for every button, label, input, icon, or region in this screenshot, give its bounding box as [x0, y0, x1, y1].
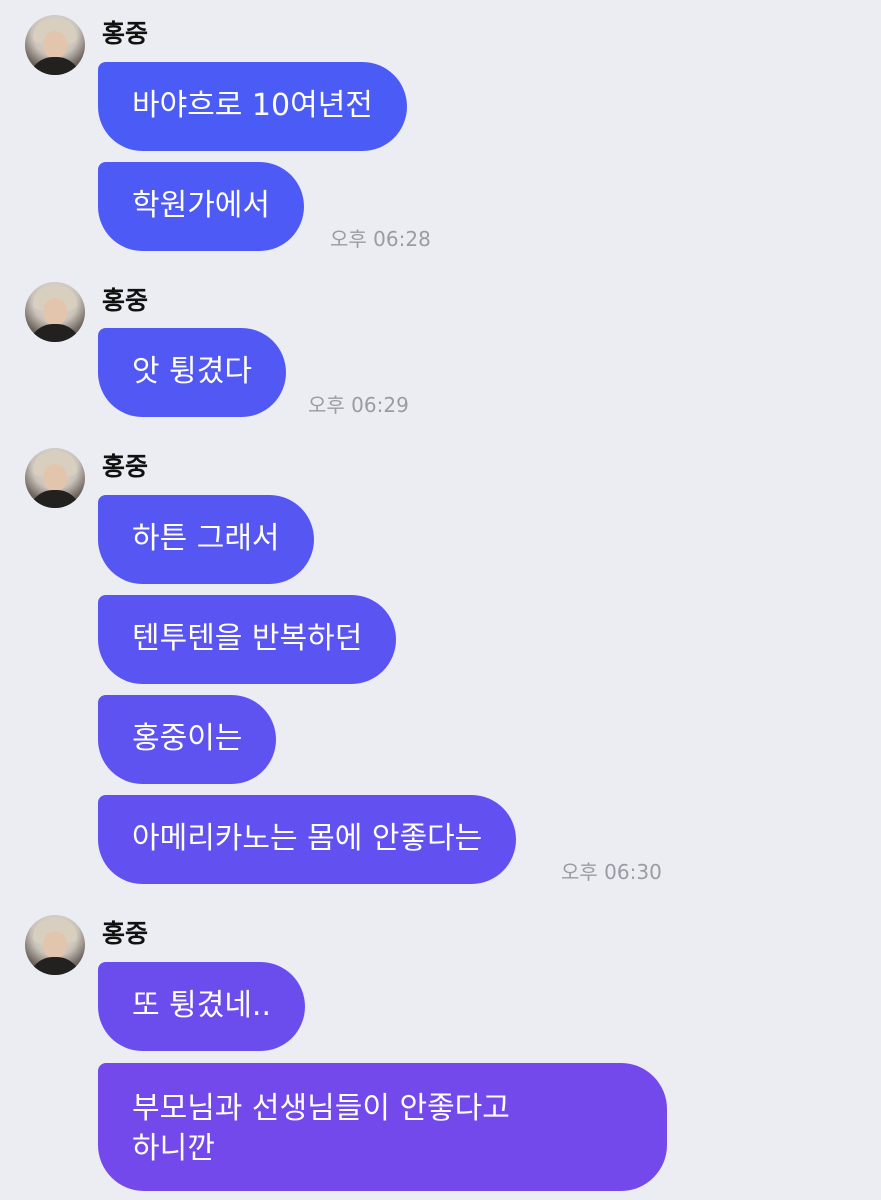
avatar[interactable] [25, 448, 85, 508]
message-text: 아메리카노는 몸에 안좋다는 [132, 821, 483, 856]
message-timestamp: 오후 06:29 [308, 393, 409, 417]
message-text: 하튼 그래서 [132, 521, 280, 556]
message-bubble[interactable]: 하튼 그래서 [98, 495, 314, 584]
message-bubble[interactable]: 학원가에서 [98, 162, 304, 251]
sender-name: 홍중 [102, 452, 149, 481]
message-text: 텐투텐을 반복하던 [132, 621, 363, 656]
avatar[interactable] [25, 15, 85, 75]
message-bubble[interactable]: 또 튕겼네.. [98, 962, 306, 1051]
message-text-line: 하니깐 [132, 1131, 215, 1166]
message-text: 앗 튕겼다 [132, 354, 252, 389]
avatar[interactable] [25, 915, 85, 975]
sender-name: 홍중 [102, 919, 149, 948]
sender-name: 홍중 [102, 19, 149, 48]
message-bubble[interactable]: 앗 튕겼다 [98, 328, 286, 417]
message-bubble[interactable]: 바야흐로 10여년전 [98, 62, 407, 151]
message-text: 또 튕겼네.. [132, 988, 272, 1023]
message-bubble[interactable]: 텐투텐을 반복하던 [98, 595, 397, 684]
message-text: 학원가에서 [132, 188, 270, 223]
message-timestamp: 오후 06:30 [561, 860, 662, 884]
avatar[interactable] [25, 282, 85, 342]
message-bubble[interactable]: 부모님과 선생님들이 안좋다고 하니깐 [98, 1063, 667, 1191]
message-text-line: 부모님과 선생님들이 안좋다고 [132, 1091, 510, 1126]
message-bubble[interactable]: 아메리카노는 몸에 안좋다는 [98, 795, 517, 884]
message-text: 바야흐로 10여년전 [132, 88, 373, 123]
message-bubble[interactable]: 홍중이는 [98, 695, 277, 784]
chat-view: 홍중 바야흐로 10여년전 학원가에서 오후 06:28 홍중 앗 튕겼다 오후… [0, 0, 881, 1200]
sender-name: 홍중 [102, 286, 149, 315]
message-text: 홍중이는 [132, 721, 243, 756]
message-timestamp: 오후 06:28 [330, 227, 431, 251]
